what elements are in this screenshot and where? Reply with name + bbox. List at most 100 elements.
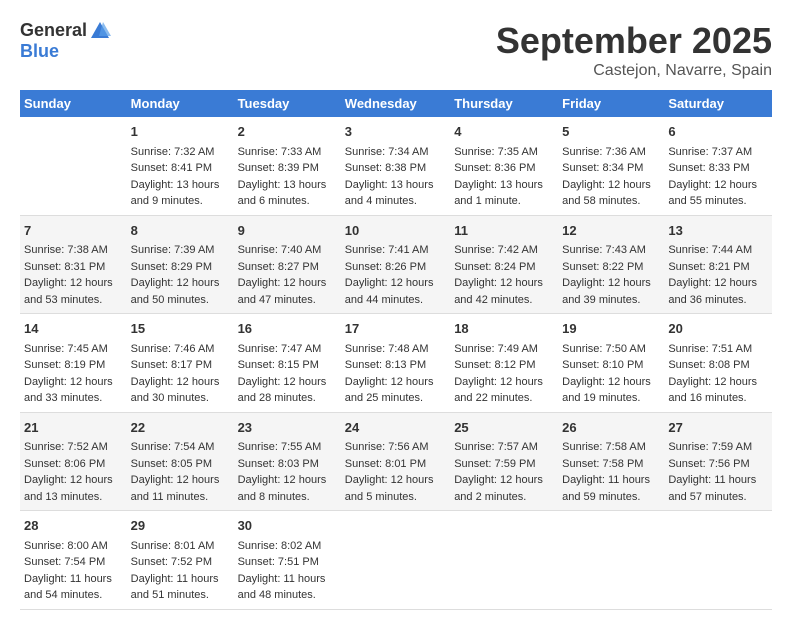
day-number: 9 [238, 221, 337, 241]
week-row-3: 14Sunrise: 7:45 AMSunset: 8:19 PMDayligh… [20, 314, 772, 413]
cell-w2d5: 11Sunrise: 7:42 AMSunset: 8:24 PMDayligh… [450, 215, 558, 314]
header-thursday: Thursday [450, 90, 558, 117]
daylight-text: Daylight: 12 hours and 13 minutes. [24, 472, 123, 505]
sunrise-text: Sunrise: 7:39 AM [131, 242, 230, 259]
sunset-text: Sunset: 8:10 PM [562, 357, 660, 374]
sunrise-text: Sunrise: 7:56 AM [345, 439, 446, 456]
sunrise-text: Sunrise: 7:40 AM [238, 242, 337, 259]
daylight-text: Daylight: 12 hours and 58 minutes. [562, 177, 660, 210]
sunset-text: Sunset: 8:22 PM [562, 259, 660, 276]
day-number: 17 [345, 319, 446, 339]
daylight-text: Daylight: 11 hours and 59 minutes. [562, 472, 660, 505]
cell-w2d3: 9Sunrise: 7:40 AMSunset: 8:27 PMDaylight… [234, 215, 341, 314]
logo-icon [89, 20, 111, 42]
cell-w5d7 [664, 511, 772, 610]
daylight-text: Daylight: 12 hours and 42 minutes. [454, 275, 554, 308]
logo-blue: Blue [20, 41, 59, 61]
daylight-text: Daylight: 12 hours and 30 minutes. [131, 374, 230, 407]
cell-w1d7: 6Sunrise: 7:37 AMSunset: 8:33 PMDaylight… [664, 117, 772, 215]
sunset-text: Sunset: 8:33 PM [668, 160, 768, 177]
day-number: 22 [131, 418, 230, 438]
sunset-text: Sunset: 8:05 PM [131, 456, 230, 473]
sunset-text: Sunset: 8:21 PM [668, 259, 768, 276]
sunset-text: Sunset: 8:19 PM [24, 357, 123, 374]
daylight-text: Daylight: 11 hours and 48 minutes. [238, 571, 337, 604]
cell-w3d4: 17Sunrise: 7:48 AMSunset: 8:13 PMDayligh… [341, 314, 450, 413]
sunrise-text: Sunrise: 7:47 AM [238, 341, 337, 358]
cell-w5d1: 28Sunrise: 8:00 AMSunset: 7:54 PMDayligh… [20, 511, 127, 610]
sunset-text: Sunset: 8:29 PM [131, 259, 230, 276]
sunrise-text: Sunrise: 7:52 AM [24, 439, 123, 456]
sunset-text: Sunset: 8:12 PM [454, 357, 554, 374]
day-number: 10 [345, 221, 446, 241]
daylight-text: Daylight: 12 hours and 22 minutes. [454, 374, 554, 407]
week-row-1: 1Sunrise: 7:32 AMSunset: 8:41 PMDaylight… [20, 117, 772, 215]
daylight-text: Daylight: 12 hours and 47 minutes. [238, 275, 337, 308]
daylight-text: Daylight: 12 hours and 33 minutes. [24, 374, 123, 407]
header-monday: Monday [127, 90, 234, 117]
day-number: 4 [454, 122, 554, 142]
sunset-text: Sunset: 7:56 PM [668, 456, 768, 473]
sunset-text: Sunset: 8:24 PM [454, 259, 554, 276]
cell-w5d5 [450, 511, 558, 610]
sunset-text: Sunset: 7:59 PM [454, 456, 554, 473]
sunrise-text: Sunrise: 7:32 AM [131, 144, 230, 161]
daylight-text: Daylight: 12 hours and 44 minutes. [345, 275, 446, 308]
cell-w4d1: 21Sunrise: 7:52 AMSunset: 8:06 PMDayligh… [20, 412, 127, 511]
sunrise-text: Sunrise: 7:42 AM [454, 242, 554, 259]
sunrise-text: Sunrise: 7:37 AM [668, 144, 768, 161]
sunrise-text: Sunrise: 7:38 AM [24, 242, 123, 259]
day-number: 16 [238, 319, 337, 339]
sunrise-text: Sunrise: 7:54 AM [131, 439, 230, 456]
day-number: 11 [454, 221, 554, 241]
day-number: 29 [131, 516, 230, 536]
daylight-text: Daylight: 13 hours and 4 minutes. [345, 177, 446, 210]
sunset-text: Sunset: 8:06 PM [24, 456, 123, 473]
daylight-text: Daylight: 11 hours and 54 minutes. [24, 571, 123, 604]
sunset-text: Sunset: 8:13 PM [345, 357, 446, 374]
sunrise-text: Sunrise: 7:55 AM [238, 439, 337, 456]
cell-w4d6: 26Sunrise: 7:58 AMSunset: 7:58 PMDayligh… [558, 412, 664, 511]
cell-w4d3: 23Sunrise: 7:55 AMSunset: 8:03 PMDayligh… [234, 412, 341, 511]
day-number: 3 [345, 122, 446, 142]
title-block: September 2025 Castejon, Navarre, Spain [496, 20, 772, 80]
location-title: Castejon, Navarre, Spain [496, 62, 772, 80]
sunrise-text: Sunrise: 7:43 AM [562, 242, 660, 259]
day-number: 19 [562, 319, 660, 339]
cell-w1d3: 2Sunrise: 7:33 AMSunset: 8:39 PMDaylight… [234, 117, 341, 215]
cell-w5d3: 30Sunrise: 8:02 AMSunset: 7:51 PMDayligh… [234, 511, 341, 610]
cell-w5d4 [341, 511, 450, 610]
daylight-text: Daylight: 12 hours and 11 minutes. [131, 472, 230, 505]
daylight-text: Daylight: 13 hours and 1 minute. [454, 177, 554, 210]
sunset-text: Sunset: 8:34 PM [562, 160, 660, 177]
sunrise-text: Sunrise: 7:46 AM [131, 341, 230, 358]
cell-w2d2: 8Sunrise: 7:39 AMSunset: 8:29 PMDaylight… [127, 215, 234, 314]
day-number: 25 [454, 418, 554, 438]
daylight-text: Daylight: 13 hours and 9 minutes. [131, 177, 230, 210]
sunrise-text: Sunrise: 7:48 AM [345, 341, 446, 358]
day-number: 24 [345, 418, 446, 438]
sunset-text: Sunset: 8:17 PM [131, 357, 230, 374]
sunset-text: Sunset: 8:03 PM [238, 456, 337, 473]
sunrise-text: Sunrise: 8:02 AM [238, 538, 337, 555]
day-number: 7 [24, 221, 123, 241]
header-sunday: Sunday [20, 90, 127, 117]
cell-w5d2: 29Sunrise: 8:01 AMSunset: 7:52 PMDayligh… [127, 511, 234, 610]
cell-w2d6: 12Sunrise: 7:43 AMSunset: 8:22 PMDayligh… [558, 215, 664, 314]
sunrise-text: Sunrise: 7:58 AM [562, 439, 660, 456]
day-number: 14 [24, 319, 123, 339]
day-number: 6 [668, 122, 768, 142]
header-wednesday: Wednesday [341, 90, 450, 117]
day-number: 13 [668, 221, 768, 241]
calendar-body: 1Sunrise: 7:32 AMSunset: 8:41 PMDaylight… [20, 117, 772, 609]
sunrise-text: Sunrise: 7:41 AM [345, 242, 446, 259]
cell-w3d1: 14Sunrise: 7:45 AMSunset: 8:19 PMDayligh… [20, 314, 127, 413]
daylight-text: Daylight: 12 hours and 53 minutes. [24, 275, 123, 308]
day-number: 15 [131, 319, 230, 339]
sunrise-text: Sunrise: 7:36 AM [562, 144, 660, 161]
sunrise-text: Sunrise: 7:50 AM [562, 341, 660, 358]
cell-w5d6 [558, 511, 664, 610]
sunrise-text: Sunrise: 7:51 AM [668, 341, 768, 358]
sunset-text: Sunset: 8:39 PM [238, 160, 337, 177]
cell-w2d4: 10Sunrise: 7:41 AMSunset: 8:26 PMDayligh… [341, 215, 450, 314]
